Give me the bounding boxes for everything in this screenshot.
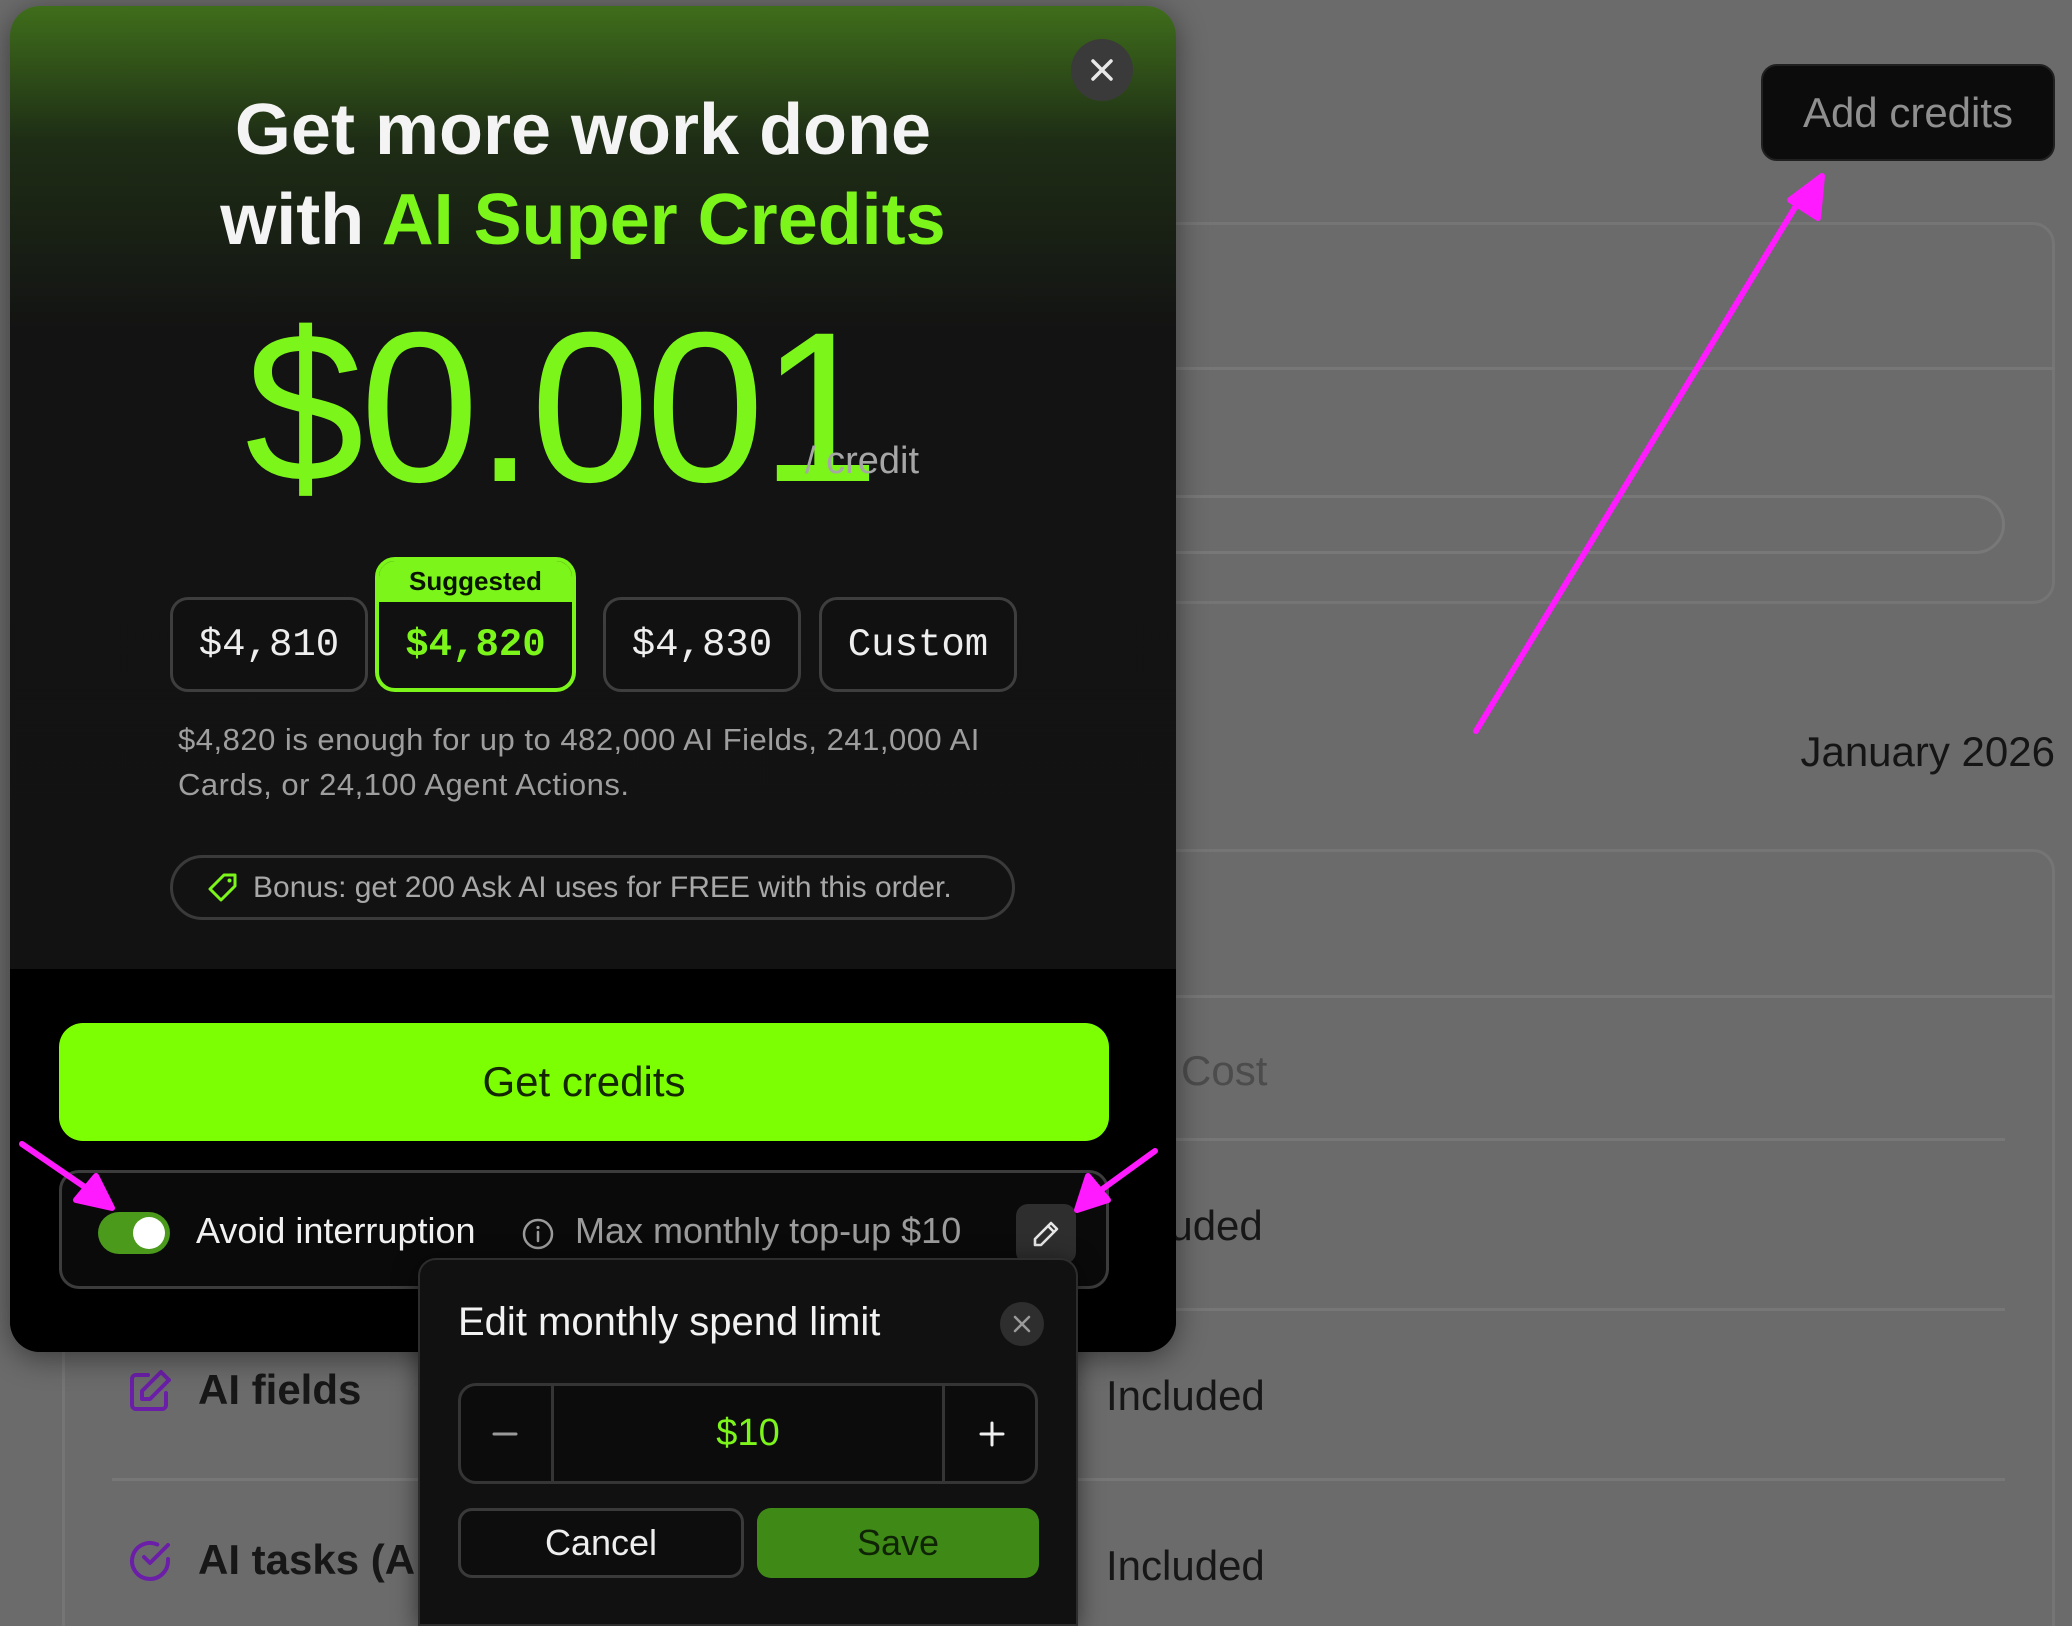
- spend-limit-value[interactable]: $10: [554, 1383, 942, 1484]
- headline-line-2: with AI Super Credits: [220, 180, 946, 260]
- amount-option-4830[interactable]: $4,830: [603, 597, 801, 692]
- bonus-text: Bonus: get 200 Ask AI uses for FREE with…: [253, 870, 952, 904]
- amount-option-4820[interactable]: Suggested $4,820: [375, 557, 576, 692]
- row-value: Included: [1106, 1542, 1265, 1589]
- save-button[interactable]: Save: [757, 1508, 1039, 1578]
- usage-progress-bar: [1100, 495, 2005, 554]
- close-icon: [1013, 1315, 1031, 1333]
- amount-option-custom[interactable]: Custom: [819, 597, 1017, 692]
- close-icon: [1091, 59, 1113, 81]
- edit-topup-button[interactable]: [1016, 1204, 1076, 1264]
- close-popover-button[interactable]: [1000, 1302, 1044, 1346]
- add-credits-button[interactable]: Add credits: [1761, 64, 2055, 161]
- column-header-cost: l Cost: [1160, 1047, 1268, 1094]
- check-circle-icon: [126, 1537, 174, 1585]
- price-unit: / credit: [805, 440, 920, 482]
- avoid-interruption-toggle[interactable]: [98, 1212, 170, 1254]
- row-name-ai-fields: AI fields: [198, 1366, 362, 1413]
- headline-line-1: Get more work done: [234, 90, 932, 170]
- pencil-icon: [1033, 1221, 1059, 1247]
- decrement-button[interactable]: [458, 1383, 554, 1484]
- avoid-interruption-label: Avoid interruption: [196, 1210, 476, 1251]
- arrow-head: [1787, 173, 1825, 221]
- divider: [1100, 995, 2055, 998]
- modal-headline: Get more work done with AI Super Credits: [0, 85, 1166, 265]
- amount-description: $4,820 is enough for up to 482,000 AI Fi…: [178, 722, 980, 802]
- toggle-knob: [133, 1217, 165, 1249]
- get-credits-button[interactable]: Get credits: [59, 1023, 1109, 1141]
- amount-option-label: $4,820: [405, 623, 546, 667]
- suggested-badge: Suggested: [379, 561, 572, 602]
- row-value: Included: [1106, 1372, 1265, 1419]
- cancel-button[interactable]: Cancel: [458, 1508, 744, 1578]
- edit-icon: [126, 1367, 174, 1415]
- minus-icon: [492, 1432, 517, 1435]
- billing-period: January 2026: [1800, 728, 2055, 775]
- price-per-credit: $0.001: [245, 288, 880, 527]
- tag-icon: [208, 873, 237, 901]
- bonus-banner: Bonus: get 200 Ask AI uses for FREE with…: [170, 855, 1015, 920]
- divider: [1100, 1138, 2005, 1141]
- max-topup-text: Max monthly top-up $10: [575, 1210, 962, 1251]
- increment-button[interactable]: [942, 1383, 1038, 1484]
- popover-title: Edit monthly spend limit: [458, 1300, 881, 1344]
- info-icon[interactable]: [521, 1217, 555, 1251]
- amount-option-4810[interactable]: $4,810: [170, 597, 368, 692]
- divider: [1100, 367, 2055, 370]
- plus-icon: [979, 1421, 1004, 1446]
- row-name-ai-tasks: AI tasks (A: [198, 1536, 416, 1583]
- headline-accent: AI Super Credits: [381, 180, 946, 260]
